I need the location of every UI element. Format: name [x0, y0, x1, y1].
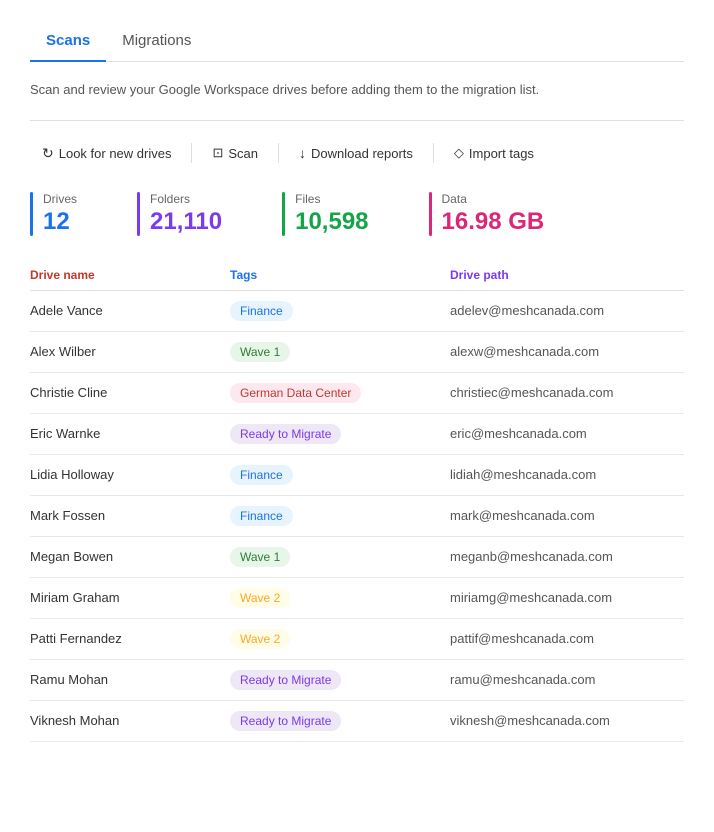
tag-badge[interactable]: Finance	[230, 506, 293, 526]
cell-tags: German Data Center	[230, 372, 450, 413]
stat-value-data: 16.98 GB	[442, 208, 545, 236]
tag-badge[interactable]: Ready to Migrate	[230, 711, 341, 731]
stat-bar-files	[282, 192, 285, 236]
cell-drive-path: mark@meshcanada.com	[450, 495, 684, 536]
cell-drive-path: viknesh@meshcanada.com	[450, 700, 684, 741]
col-header-tags: Tags	[230, 260, 450, 291]
table-row[interactable]: Alex WilberWave 1 alexw@meshcanada.com	[30, 331, 684, 372]
col-header-drive-name: Drive name	[30, 260, 230, 291]
download-icon	[299, 145, 306, 161]
stat-value-drives: 12	[43, 208, 77, 236]
cell-drive-path: ramu@meshcanada.com	[450, 659, 684, 700]
stat-label-drives: Drives	[43, 192, 77, 206]
table-row[interactable]: Ramu MohanReady to Migrate ramu@meshcanad…	[30, 659, 684, 700]
drives-table: Drive name Tags Drive path Adele VanceFi…	[30, 260, 684, 742]
cell-drive-name: Miriam Graham	[30, 577, 230, 618]
import-tags-button[interactable]: Import tags	[442, 139, 546, 167]
cell-drive-path: miriamg@meshcanada.com	[450, 577, 684, 618]
page-description: Scan and review your Google Workspace dr…	[30, 80, 684, 100]
stat-drives: Drives 12	[30, 192, 77, 236]
tag-badge[interactable]: Wave 1	[230, 342, 290, 362]
cell-tags: Finance	[230, 454, 450, 495]
toolbar-separator-2	[278, 143, 279, 163]
table-row[interactable]: Eric WarnkeReady to Migrate eric@meshcana…	[30, 413, 684, 454]
cell-tags: Finance	[230, 495, 450, 536]
cell-drive-name: Alex Wilber	[30, 331, 230, 372]
cell-drive-path: lidiah@meshcanada.com	[450, 454, 684, 495]
cell-drive-name: Lidia Holloway	[30, 454, 230, 495]
tag-badge[interactable]: Wave 2	[230, 629, 290, 649]
stat-data: Data 16.98 GB	[429, 192, 545, 236]
tag-badge[interactable]: Wave 1	[230, 547, 290, 567]
cell-tags: Wave 1	[230, 536, 450, 577]
cell-drive-path: eric@meshcanada.com	[450, 413, 684, 454]
table-row[interactable]: Megan BowenWave 1 meganb@meshcanada.com	[30, 536, 684, 577]
stat-files: Files 10,598	[282, 192, 368, 236]
cell-drive-name: Ramu Mohan	[30, 659, 230, 700]
stat-value-folders: 21,110	[150, 208, 222, 236]
download-reports-button[interactable]: Download reports	[287, 139, 425, 167]
cell-drive-path: alexw@meshcanada.com	[450, 331, 684, 372]
tag-badge[interactable]: Ready to Migrate	[230, 670, 341, 690]
cell-drive-name: Viknesh Mohan	[30, 700, 230, 741]
stat-folders: Folders 21,110	[137, 192, 222, 236]
cell-drive-name: Mark Fossen	[30, 495, 230, 536]
stat-label-files: Files	[295, 192, 368, 206]
tag-badge[interactable]: German Data Center	[230, 383, 361, 403]
scan-icon	[212, 145, 223, 161]
toolbar-divider	[30, 120, 684, 121]
cell-drive-name: Eric Warnke	[30, 413, 230, 454]
cell-drive-path: christiec@meshcanada.com	[450, 372, 684, 413]
cell-drive-path: pattif@meshcanada.com	[450, 618, 684, 659]
cell-tags: Finance	[230, 290, 450, 331]
tab-migrations[interactable]: Migrations	[106, 20, 207, 61]
scan-button[interactable]: Scan	[200, 139, 270, 167]
tag-badge[interactable]: Wave 2	[230, 588, 290, 608]
table-row[interactable]: Adele VanceFinance adelev@meshcanada.com	[30, 290, 684, 331]
table-row[interactable]: Christie ClineGerman Data Center christie…	[30, 372, 684, 413]
tag-badge[interactable]: Ready to Migrate	[230, 424, 341, 444]
cell-drive-path: meganb@meshcanada.com	[450, 536, 684, 577]
cell-tags: Ready to Migrate	[230, 700, 450, 741]
tab-scans[interactable]: Scans	[30, 20, 106, 61]
cell-tags: Wave 1	[230, 331, 450, 372]
cell-drive-name: Adele Vance	[30, 290, 230, 331]
cell-drive-name: Patti Fernandez	[30, 618, 230, 659]
stat-bar-folders	[137, 192, 140, 236]
table-row[interactable]: Mark FossenFinance mark@meshcanada.com	[30, 495, 684, 536]
tab-bar: Scans Migrations	[30, 20, 684, 62]
toolbar-separator-1	[191, 143, 192, 163]
stat-bar-data	[429, 192, 432, 236]
stat-value-files: 10,598	[295, 208, 368, 236]
look-for-drives-button[interactable]: Look for new drives	[30, 139, 183, 168]
refresh-icon	[42, 145, 54, 162]
tag-badge[interactable]: Finance	[230, 301, 293, 321]
toolbar: Look for new drives Scan Download report…	[30, 139, 684, 168]
stats-bar: Drives 12 Folders 21,110 Files 10,598 Da…	[30, 192, 684, 236]
cell-tags: Ready to Migrate	[230, 659, 450, 700]
cell-tags: Wave 2	[230, 577, 450, 618]
table-row[interactable]: Viknesh MohanReady to Migrate viknesh@mes…	[30, 700, 684, 741]
cell-drive-name: Christie Cline	[30, 372, 230, 413]
table-header-row: Drive name Tags Drive path	[30, 260, 684, 291]
cell-tags: Ready to Migrate	[230, 413, 450, 454]
cell-drive-name: Megan Bowen	[30, 536, 230, 577]
cell-drive-path: adelev@meshcanada.com	[450, 290, 684, 331]
tag-icon	[454, 145, 464, 161]
stat-label-folders: Folders	[150, 192, 222, 206]
table-row[interactable]: Patti FernandezWave 2 pattif@meshcanada.c…	[30, 618, 684, 659]
cell-tags: Wave 2	[230, 618, 450, 659]
table-row[interactable]: Miriam GrahamWave 2 miriamg@meshcanada.co…	[30, 577, 684, 618]
tag-badge[interactable]: Finance	[230, 465, 293, 485]
stat-label-data: Data	[442, 192, 545, 206]
col-header-drive-path: Drive path	[450, 260, 684, 291]
table-row[interactable]: Lidia HollowayFinance lidiah@meshcanada.c…	[30, 454, 684, 495]
toolbar-separator-3	[433, 143, 434, 163]
stat-bar-drives	[30, 192, 33, 236]
